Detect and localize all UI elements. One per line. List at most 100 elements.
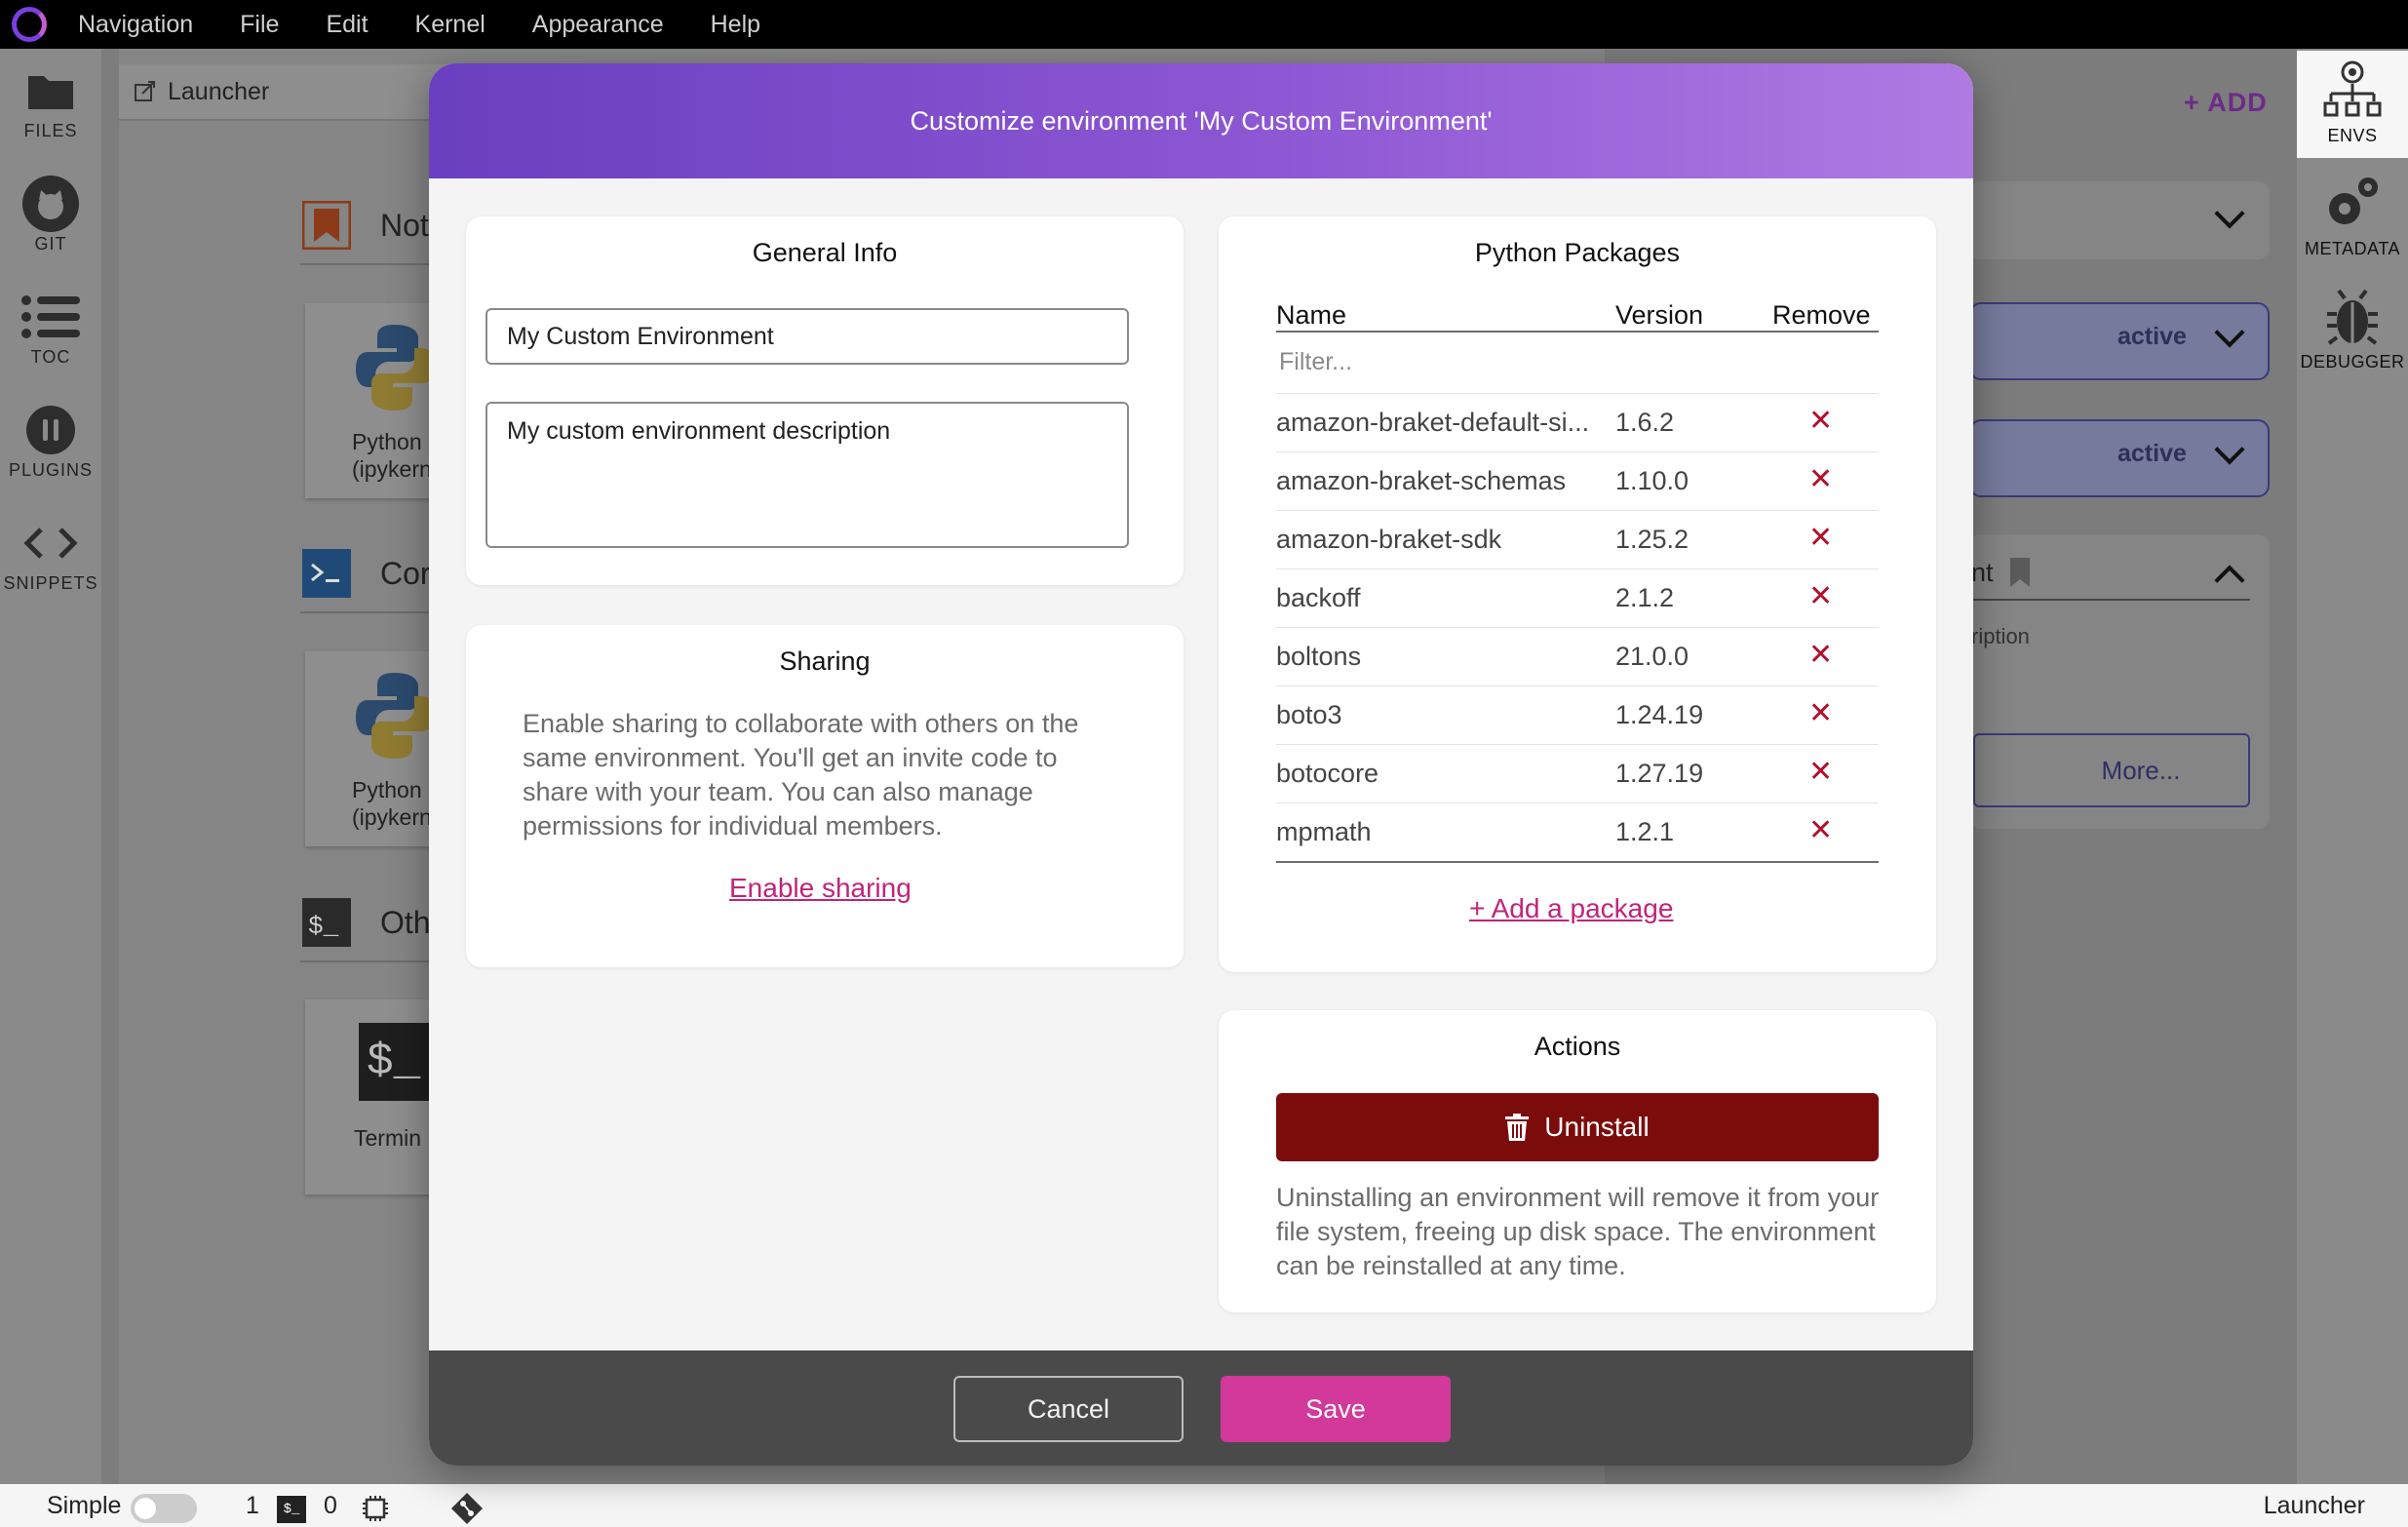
sidebar-label: FILES [23, 121, 78, 140]
package-version: 1.27.19 [1615, 759, 1704, 788]
table-row: amazon-braket-sdk 1.25.2 ✕ [1276, 510, 1879, 568]
sidebar-item-metadata[interactable]: METADATA [2297, 174, 2408, 259]
list-icon [0, 287, 101, 347]
remove-package-button[interactable]: ✕ [1808, 462, 1833, 496]
sidebar-item-git[interactable]: GIT [0, 174, 101, 254]
menu-kernel[interactable]: Kernel [415, 11, 485, 39]
environment-name-input[interactable]: My Custom Environment [485, 308, 1129, 365]
code-icon [0, 513, 101, 573]
column-header-version[interactable]: Version [1615, 300, 1703, 331]
menu-bar: Navigation File Edit Kernel Appearance H… [0, 0, 2408, 49]
launcher-tab-icon [135, 81, 155, 101]
section-divider [300, 611, 437, 613]
remove-package-button[interactable]: ✕ [1808, 638, 1833, 672]
envs-icon [2323, 60, 2382, 117]
remove-package-button[interactable]: ✕ [1808, 696, 1833, 730]
table-row: boto3 1.24.19 ✕ [1276, 685, 1879, 744]
panel-title: Sharing [779, 646, 871, 676]
package-filter-input[interactable]: Filter... [1279, 348, 1352, 376]
sidebar-item-snippets[interactable]: SNIPPETS [0, 513, 101, 594]
environment-description-input[interactable]: My custom environment description [485, 402, 1129, 548]
table-row: amazon-braket-default-si... 1.6.2 ✕ [1276, 393, 1879, 451]
env-name-fragment: nt [1971, 558, 1994, 587]
remove-package-button[interactable]: ✕ [1808, 813, 1833, 847]
simple-mode-toggle[interactable] [131, 1494, 197, 1523]
folder-icon [0, 60, 101, 121]
right-sidebar [2297, 49, 2408, 1484]
menu-navigation[interactable]: Navigation [78, 11, 193, 39]
package-name: mpmath [1276, 817, 1372, 846]
sidebar-label: DEBUGGER [2300, 352, 2405, 372]
panel-title: Python Packages [1474, 238, 1681, 267]
column-header-name[interactable]: Name [1276, 300, 1346, 331]
save-button[interactable]: Save [1221, 1376, 1451, 1442]
package-version: 1.24.19 [1615, 700, 1704, 729]
dialog-title: Customize environment 'My Custom Environ… [910, 105, 1493, 136]
column-header-remove: Remove [1772, 300, 1871, 330]
dialog-header: Customize environment 'My Custom Environ… [429, 63, 1973, 178]
terminal-icon[interactable]: $_ [277, 1496, 306, 1523]
more-button[interactable]: More... [1973, 733, 2250, 807]
sidebar-item-files[interactable]: FILES [0, 60, 101, 141]
enable-sharing-link[interactable]: Enable sharing [729, 873, 912, 904]
sidebar-label: GIT [34, 234, 67, 254]
remove-package-button[interactable]: ✕ [1808, 579, 1833, 613]
launcher-card-python-console[interactable]: Python (ipykern [305, 651, 442, 846]
cancel-button[interactable]: Cancel [953, 1376, 1184, 1442]
table-header-rule [1276, 331, 1879, 333]
sidebar-item-debugger[interactable]: DEBUGGER [2297, 287, 2408, 372]
panel-title: General Info [752, 238, 898, 267]
svg-text:$_: $_ [308, 912, 339, 941]
trash-icon [1505, 1114, 1530, 1141]
gears-icon [2329, 177, 2378, 224]
status-current-tab: Launcher [2263, 1492, 2365, 1519]
sidebar-label: ENVS [2327, 126, 2378, 145]
add-environment-button[interactable]: + ADD [2184, 88, 2268, 118]
git-icon [0, 174, 101, 234]
package-version: 1.2.1 [1615, 817, 1675, 846]
package-version: 2.1.2 [1615, 583, 1675, 612]
menu-file[interactable]: File [240, 11, 279, 39]
uninstall-label: Uninstall [1544, 1112, 1650, 1142]
menu-edit[interactable]: Edit [326, 11, 368, 39]
card-label: Python (ipykern [352, 429, 432, 482]
sidebar-item-envs[interactable]: ENVS [2297, 60, 2408, 146]
package-version: 1.25.2 [1615, 525, 1689, 554]
env-status-badge: active [2117, 440, 2187, 467]
launcher-card-python-notebook[interactable]: Python (ipykern [305, 303, 442, 498]
add-package-link[interactable]: + Add a package [1469, 893, 1673, 924]
package-name: boltons [1276, 642, 1362, 671]
kernel-icon[interactable] [361, 1494, 390, 1523]
app-logo [12, 7, 47, 42]
package-version: 1.10.0 [1615, 466, 1689, 495]
kernels-count: 0 [324, 1492, 337, 1519]
sidebar-label: TOC [30, 347, 71, 367]
console-icon [302, 549, 351, 598]
sidebar-item-plugins[interactable]: PLUGINS [0, 400, 101, 481]
uninstall-button[interactable]: Uninstall [1276, 1093, 1879, 1161]
terminal-icon: $_ [302, 898, 351, 947]
table-row: amazon-braket-schemas 1.10.0 ✕ [1276, 451, 1879, 510]
sidebar-label: METADATA [2305, 239, 2400, 258]
python-icon [356, 325, 434, 411]
package-version: 1.6.2 [1615, 408, 1675, 437]
left-sidebar [0, 49, 101, 1484]
menu-help[interactable]: Help [711, 11, 760, 39]
remove-package-button[interactable]: ✕ [1808, 521, 1833, 555]
sidebar-item-toc[interactable]: TOC [0, 287, 101, 368]
sidebar-label: PLUGINS [8, 460, 94, 480]
uninstall-description: Uninstalling an environment will remove … [1276, 1183, 1880, 1280]
section-divider [300, 263, 437, 265]
remove-package-button[interactable]: ✕ [1808, 404, 1833, 438]
launcher-card-terminal[interactable]: $_ Termin [305, 999, 442, 1194]
git-branch-icon[interactable] [450, 1492, 484, 1525]
remove-package-button[interactable]: ✕ [1808, 755, 1833, 789]
panel-title: Actions [1534, 1032, 1621, 1061]
package-name: amazon-braket-sdk [1276, 525, 1502, 554]
env-status-badge: active [2117, 323, 2187, 350]
bookmark-icon [301, 200, 352, 251]
menu-appearance[interactable]: Appearance [532, 11, 664, 39]
tab-label: Launcher [168, 77, 270, 105]
table-row: botocore 1.27.19 ✕ [1276, 744, 1879, 803]
package-name: backoff [1276, 583, 1361, 612]
